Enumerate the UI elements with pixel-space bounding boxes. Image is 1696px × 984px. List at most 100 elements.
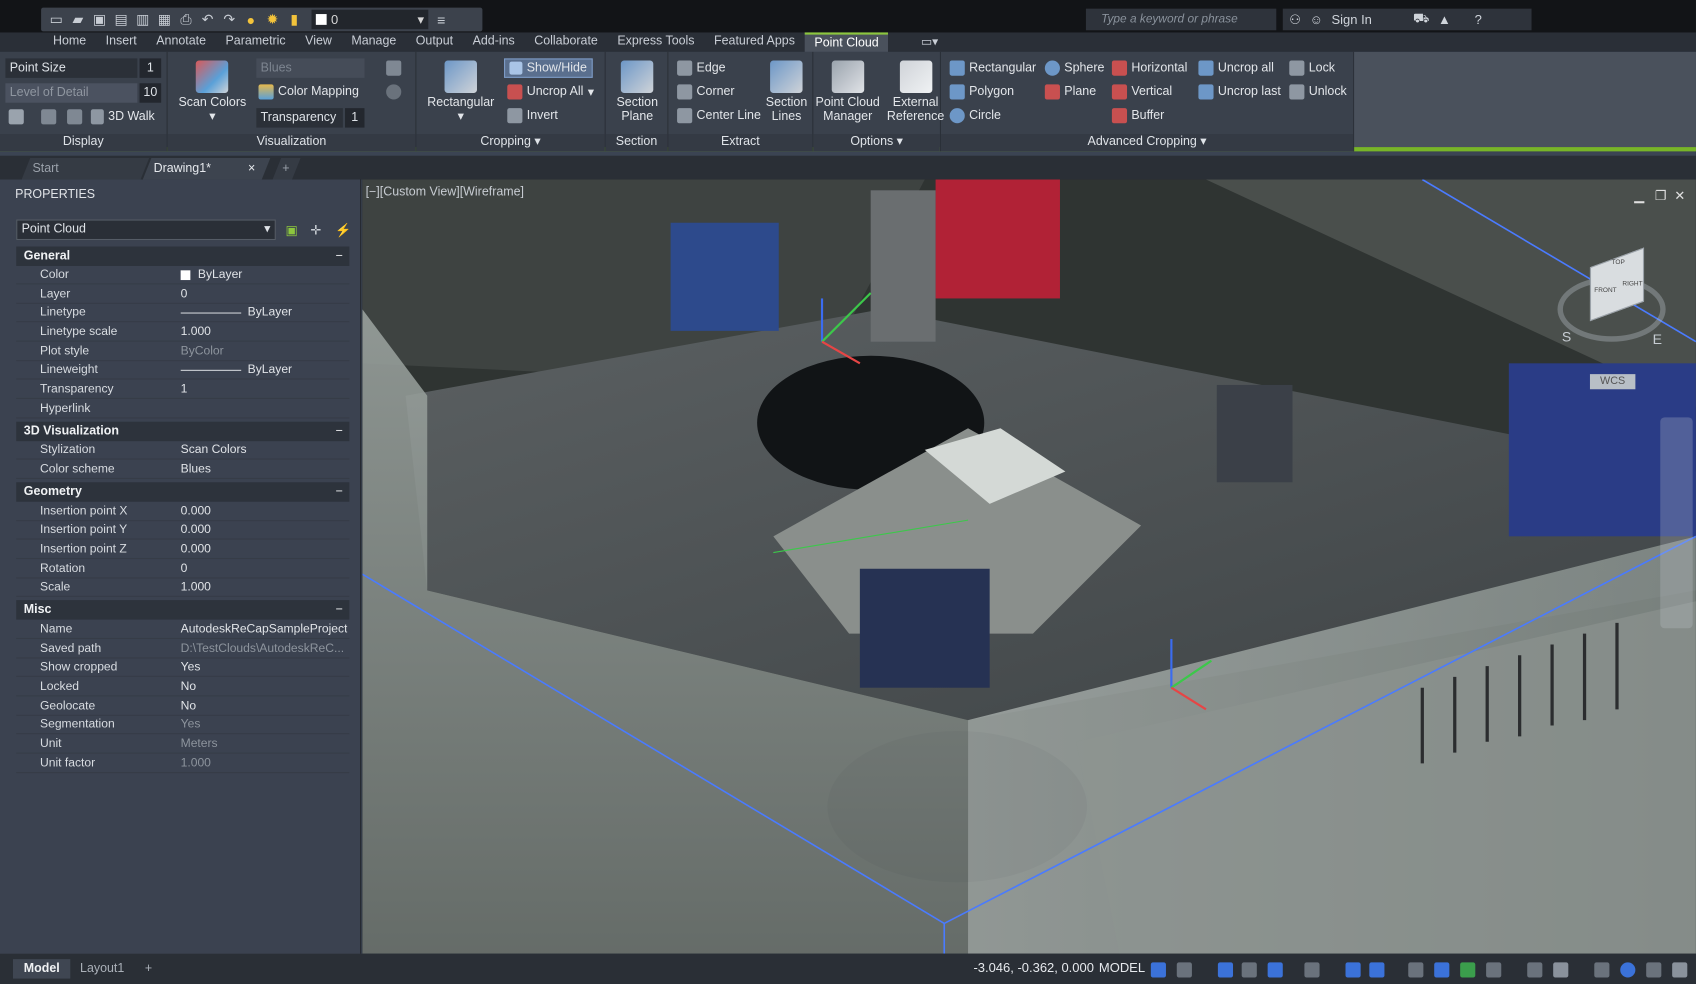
coordinates-readout[interactable]: -3.046, -0.362, 0.000	[973, 960, 1094, 975]
lock-icon[interactable]: ▮	[286, 11, 303, 28]
isolate-objects-icon[interactable]	[1620, 962, 1636, 978]
wcs-menu[interactable]: WCS	[1589, 374, 1636, 390]
edge-button[interactable]: Edge	[677, 60, 726, 76]
orbit-icon[interactable]	[41, 109, 57, 125]
prop-linetype[interactable]: Linetype ByLayer	[16, 304, 350, 323]
prop-color[interactable]: Color ByLayer	[16, 266, 350, 285]
3d-walk-button[interactable]: 3D Walk	[90, 109, 155, 125]
transparency-value[interactable]: 1	[345, 108, 365, 128]
fullscreen-icon[interactable]	[1646, 962, 1662, 978]
adv-vertical-button[interactable]: Vertical	[1111, 84, 1172, 100]
lightbulb-icon[interactable]: ●	[242, 11, 259, 28]
toggle-pickadd-icon[interactable]: ▣	[286, 223, 298, 238]
level-of-detail-slider[interactable]: Level of Detail	[5, 83, 138, 103]
adv-uncrop-last-button[interactable]: Uncrop last	[1198, 84, 1281, 100]
binoculars-icon[interactable]: ⚇	[1289, 12, 1301, 27]
tab-insert[interactable]: Insert	[96, 32, 147, 51]
layer-dropdown[interactable]: 0 ▾	[311, 9, 429, 30]
prop-color-scheme[interactable]: Color scheme Blues	[16, 461, 350, 480]
tab-manage[interactable]: Manage	[342, 32, 406, 51]
prop-segmentation[interactable]: Segmentation Yes	[16, 716, 350, 735]
gear-icon[interactable]	[1553, 962, 1569, 978]
prop-stylization[interactable]: Stylization Scan Colors	[16, 441, 350, 460]
prop-saved-path[interactable]: Saved path D:\TestClouds\AutodeskReC...	[16, 640, 350, 659]
point-cloud-manager-button[interactable]: Point Cloud Manager	[816, 60, 880, 125]
color-mapping-button[interactable]: Color Mapping	[258, 84, 359, 100]
cart-icon[interactable]: ⛟	[1413, 11, 1429, 28]
adv-horizontal-button[interactable]: Horizontal	[1111, 60, 1187, 76]
object-snap-icon[interactable]	[1369, 962, 1385, 978]
prop-unit-factor[interactable]: Unit factor 1.000	[16, 755, 350, 774]
center-line-button[interactable]: Center Line	[677, 108, 761, 124]
ribbon-options-icon[interactable]: ▭▾	[921, 34, 938, 52]
autodesk-icon[interactable]: ▲	[1438, 12, 1451, 27]
ucs-icon-toggle[interactable]	[1527, 962, 1543, 978]
sun-icon[interactable]: ✹	[264, 11, 281, 28]
tab-add-ins[interactable]: Add-ins	[463, 32, 525, 51]
show-hide-button[interactable]: Show/Hide	[504, 58, 593, 78]
ortho-icon[interactable]	[1241, 962, 1257, 978]
adv-polygon-button[interactable]: Polygon	[949, 84, 1014, 100]
rectangular-crop-button[interactable]: Rectangular ▾	[427, 60, 494, 125]
quick-select-icon[interactable]: ⚡	[335, 223, 351, 238]
prop-lineweight[interactable]: Lineweight ByLayer	[16, 361, 350, 380]
annotation-scale-icon[interactable]	[1594, 962, 1610, 978]
search-input[interactable]: Type a keyword or phrase	[1085, 8, 1277, 31]
object-snap-tracking-icon[interactable]	[1345, 962, 1361, 978]
section-plane-button[interactable]: Section Plane	[617, 60, 658, 125]
prop-locked[interactable]: Locked No	[16, 678, 350, 697]
selection-cycling-icon[interactable]	[1460, 962, 1476, 978]
prop-insertion-z[interactable]: Insertion point Z 0.000	[16, 541, 350, 560]
transparency-icon[interactable]	[1434, 962, 1450, 978]
adv-sphere-button[interactable]: Sphere	[1044, 60, 1104, 76]
snap-icon[interactable]	[1176, 962, 1192, 978]
tab-point-cloud[interactable]: Point Cloud	[804, 32, 889, 52]
external-reference-button[interactable]: External Reference	[887, 60, 944, 125]
section-misc[interactable]: Misc −	[16, 600, 350, 620]
tab-model[interactable]: Model	[12, 959, 71, 979]
uncrop-all-button[interactable]: Uncrop All ▾	[507, 84, 594, 100]
level-of-detail-value[interactable]: 10	[139, 83, 162, 103]
tab-home[interactable]: Home	[43, 32, 96, 51]
plot-icon[interactable]: ▦	[156, 11, 173, 28]
invert-button[interactable]: Invert	[507, 108, 558, 124]
camera-icon[interactable]	[67, 109, 83, 125]
object-type-dropdown[interactable]: Point Cloud ▾	[16, 219, 276, 241]
restore-viewport-icon[interactable]: ❐	[1655, 188, 1667, 203]
open-icon[interactable]: ▰	[69, 11, 86, 28]
tab-layout1[interactable]: Layout1	[69, 959, 135, 978]
section-general[interactable]: General −	[16, 246, 350, 266]
options-panel-title[interactable]: Options ▾	[813, 134, 940, 152]
transparency-slider[interactable]: Transparency	[256, 108, 343, 128]
select-objects-icon[interactable]: ✛	[310, 223, 321, 238]
customize-qat-icon[interactable]: ≡	[433, 11, 450, 28]
3d-osnap-icon[interactable]	[1486, 962, 1502, 978]
tab-start[interactable]: Start	[22, 158, 150, 180]
point-size-value[interactable]: 1	[139, 58, 162, 78]
tab-drawing1[interactable]: Drawing1* ×	[143, 158, 271, 180]
prop-hyperlink[interactable]: Hyperlink	[16, 400, 350, 419]
close-icon[interactable]: ×	[248, 158, 255, 180]
lineweight-icon[interactable]	[1408, 962, 1424, 978]
new-tab-button[interactable]: +	[273, 158, 301, 180]
minimize-viewport-icon[interactable]: ▁	[1634, 188, 1644, 203]
crop-point-icon[interactable]	[386, 84, 402, 100]
new-icon[interactable]: ▭	[48, 11, 65, 28]
undo-icon[interactable]: ↶	[199, 11, 216, 28]
tab-annotate[interactable]: Annotate	[147, 32, 216, 51]
customize-menu-icon[interactable]	[1672, 962, 1688, 978]
polar-icon[interactable]	[1267, 962, 1283, 978]
scan-colors-button[interactable]: Scan Colors ▾	[178, 60, 246, 125]
tab-featured-apps[interactable]: Featured Apps	[704, 32, 804, 51]
adv-uncrop-all-button[interactable]: Uncrop all	[1198, 60, 1274, 76]
cube-icon[interactable]	[8, 109, 24, 125]
section-geometry[interactable]: Geometry −	[16, 482, 350, 502]
advanced-cropping-panel-title[interactable]: Advanced Cropping ▾	[940, 134, 1354, 152]
prop-scale[interactable]: Scale 1.000	[16, 578, 350, 597]
adv-unlock-button[interactable]: Unlock	[1289, 84, 1347, 100]
prop-insertion-y[interactable]: Insertion point Y 0.000	[16, 521, 350, 540]
crop-tool-icon[interactable]	[386, 60, 402, 76]
adv-lock-button[interactable]: Lock	[1289, 60, 1335, 76]
tab-output[interactable]: Output	[406, 32, 463, 51]
adv-buffer-button[interactable]: Buffer	[1111, 108, 1164, 124]
